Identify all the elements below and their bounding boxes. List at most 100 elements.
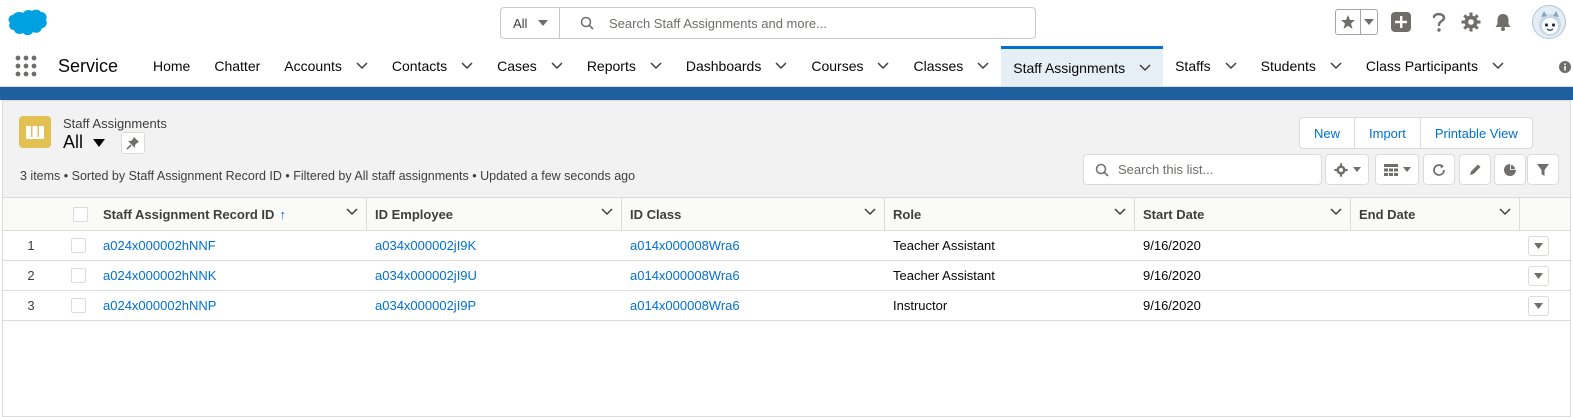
search-input[interactable]: Search Staff Assignments and more...: [560, 8, 1035, 38]
table-header: Staff Assignment Record ID ↑ ID Employee…: [3, 198, 1570, 231]
nav-tab-contacts[interactable]: Contacts: [380, 46, 485, 86]
chevron-down-icon[interactable]: [601, 208, 613, 216]
start-date-cell: 9/16/2020: [1143, 268, 1201, 283]
role-cell: Teacher Assistant: [893, 268, 995, 283]
class-link[interactable]: a014x000008Wra6: [630, 231, 740, 260]
nav-tab-classes[interactable]: Classes: [901, 46, 1001, 86]
row-actions-button[interactable]: [1528, 266, 1549, 286]
record-id-link[interactable]: a024x000002hNNP: [103, 291, 216, 320]
setup-button[interactable]: [1460, 11, 1482, 33]
nav-tab-home[interactable]: Home: [141, 46, 202, 86]
chevron-down-icon[interactable]: [877, 62, 890, 70]
chevron-down-icon: [1534, 273, 1543, 279]
role-cell: Instructor: [893, 298, 948, 313]
chevron-down-icon[interactable]: [1330, 208, 1342, 216]
nav-tab-students[interactable]: Students: [1249, 46, 1354, 86]
global-search[interactable]: All Search Staff Assignments and more...: [500, 7, 1036, 39]
display-as-button[interactable]: [1375, 154, 1419, 185]
salesforce-logo[interactable]: [6, 8, 48, 38]
chevron-down-icon[interactable]: [1114, 208, 1126, 216]
chevron-down-icon[interactable]: [1492, 62, 1504, 70]
global-header: All Search Staff Assignments and more...: [0, 0, 1573, 46]
column-header-employee[interactable]: ID Employee: [367, 198, 622, 231]
row-checkbox[interactable]: [71, 268, 86, 283]
column-header-class[interactable]: ID Class: [622, 198, 885, 231]
nav-tab-label: Courses: [811, 58, 864, 74]
employee-link[interactable]: a034x000002jI9U: [375, 261, 477, 290]
column-header-start-date[interactable]: Start Date: [1135, 198, 1351, 231]
pin-list-view-button[interactable]: [121, 132, 145, 154]
favorites-star-button[interactable]: [1336, 10, 1361, 34]
nav-tab-class-participants[interactable]: Class Participants: [1354, 46, 1516, 86]
nav-tab-label: Accounts: [284, 58, 342, 74]
class-link[interactable]: a014x000008Wra6: [630, 291, 740, 320]
class-link[interactable]: a014x000008Wra6: [630, 261, 740, 290]
row-actions-button[interactable]: [1528, 236, 1549, 256]
charts-button[interactable]: [1494, 154, 1526, 185]
nav-tab-staffs[interactable]: Staffs: [1163, 46, 1249, 86]
chevron-down-icon: [1364, 19, 1374, 25]
filter-button[interactable]: [1527, 154, 1559, 185]
plus-icon: [1391, 12, 1411, 32]
refresh-button[interactable]: [1423, 154, 1455, 185]
list-view-selector[interactable]: All: [63, 132, 106, 153]
nav-tab-staff-assignments[interactable]: Staff Assignments: [1001, 46, 1164, 86]
favorites-menu-button[interactable]: [1361, 10, 1377, 34]
select-all-checkbox[interactable]: [73, 207, 88, 222]
row-number-header: [3, 198, 59, 231]
help-button[interactable]: [1428, 11, 1450, 33]
new-button[interactable]: New: [1300, 118, 1356, 148]
row-actions-button[interactable]: [1528, 296, 1549, 316]
employee-link[interactable]: a034x000002jI9P: [375, 291, 476, 320]
chevron-down-icon[interactable]: [356, 62, 368, 70]
employee-link[interactable]: a034x000002jI9K: [375, 231, 476, 260]
nav-tab-reports[interactable]: Reports: [575, 46, 674, 86]
column-header-record-id[interactable]: Staff Assignment Record ID ↑: [95, 198, 367, 231]
search-scope-select[interactable]: All: [501, 8, 560, 38]
nav-tab-label: Reports: [586, 58, 636, 74]
list-actions: New Import Printable View: [1299, 117, 1533, 149]
table-row: 2 a024x000002hNNK a034x000002jI9U a014x0…: [3, 261, 1570, 291]
start-date-cell: 9/16/2020: [1143, 238, 1201, 253]
list-settings-button[interactable]: [1325, 154, 1369, 185]
chevron-down-icon[interactable]: [1499, 208, 1511, 216]
edit-list-button[interactable]: [1459, 154, 1491, 185]
chevron-down-icon[interactable]: [1330, 62, 1342, 70]
user-avatar[interactable]: [1532, 5, 1566, 39]
global-actions-button[interactable]: [1390, 11, 1412, 33]
nav-tab-chatter[interactable]: Chatter: [202, 46, 272, 86]
printable-view-button[interactable]: Printable View: [1421, 118, 1532, 148]
record-id-link[interactable]: a024x000002hNNK: [103, 261, 216, 290]
nav-tab-courses[interactable]: Courses: [799, 46, 901, 86]
import-button[interactable]: Import: [1355, 118, 1421, 148]
help-icon: [1432, 12, 1446, 32]
chevron-down-icon[interactable]: [864, 208, 876, 216]
column-header-end-date[interactable]: End Date: [1351, 198, 1520, 231]
pencil-icon: [1470, 164, 1481, 175]
notifications-button[interactable]: [1492, 11, 1514, 33]
row-checkbox[interactable]: [71, 298, 86, 313]
chevron-down-icon[interactable]: [977, 62, 989, 70]
nav-tab-accounts[interactable]: Accounts: [272, 46, 380, 86]
column-label: ID Employee: [375, 207, 454, 222]
chevron-down-icon[interactable]: [461, 62, 473, 70]
chevron-down-icon[interactable]: [650, 62, 662, 70]
nav-tab-cases[interactable]: Cases: [485, 46, 575, 86]
chevron-down-icon[interactable]: [775, 62, 787, 70]
chevron-down-icon[interactable]: [346, 208, 358, 216]
list-search-input[interactable]: Search this list...: [1083, 154, 1322, 185]
app-launcher-button[interactable]: [15, 55, 37, 77]
pie-chart-icon: [1504, 163, 1516, 176]
chevron-down-icon: [538, 20, 549, 26]
chevron-down-icon[interactable]: [1225, 62, 1237, 70]
row-number: 1: [27, 238, 35, 253]
staff-assignment-object-icon: [19, 116, 51, 148]
record-id-link[interactable]: a024x000002hNNF: [103, 231, 216, 260]
nav-tab-dashboards[interactable]: Dashboards: [674, 46, 800, 86]
column-header-role[interactable]: Role: [885, 198, 1135, 231]
chevron-down-icon: [93, 138, 106, 147]
info-icon[interactable]: [1559, 61, 1571, 73]
chevron-down-icon[interactable]: [1139, 63, 1151, 72]
chevron-down-icon[interactable]: [551, 62, 563, 70]
row-checkbox[interactable]: [71, 238, 86, 253]
